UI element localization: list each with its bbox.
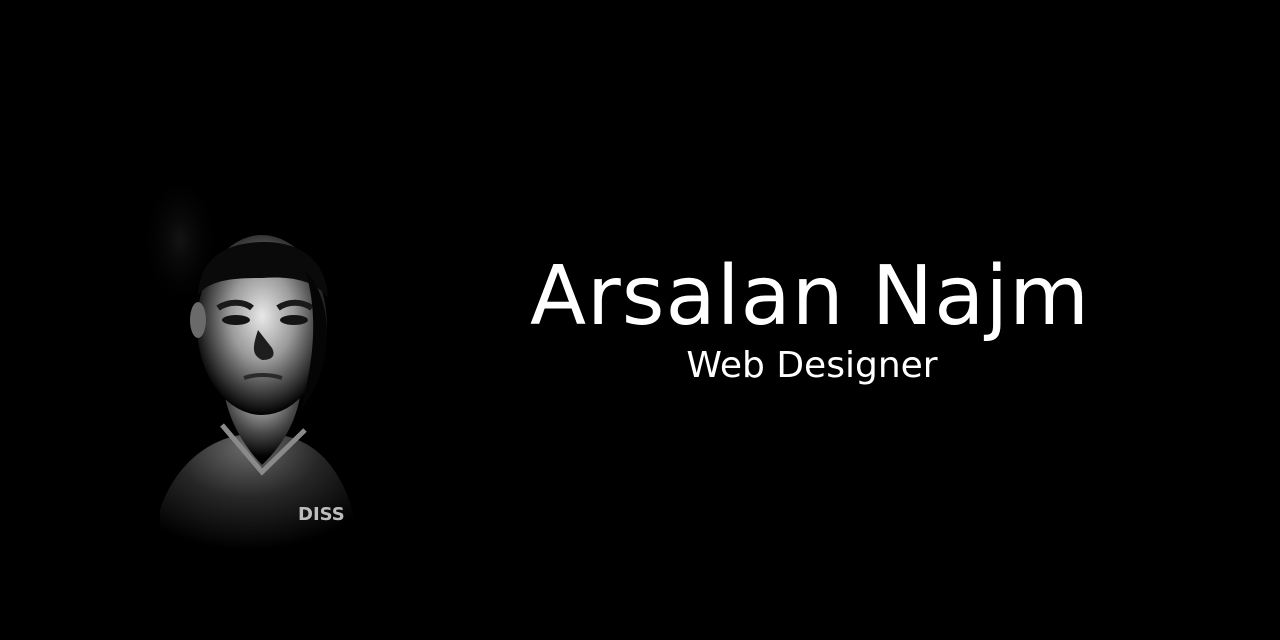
profile-role: Web Designer [686, 345, 938, 387]
profile-photo: DISS [140, 180, 380, 570]
shirt-print: DISS [298, 504, 345, 525]
profile-banner: DISS Arsalan Najm Web Designer [0, 0, 1280, 640]
title-block: Arsalan Najm Web Designer [500, 249, 1120, 387]
profile-photo-graphic: DISS [140, 180, 355, 570]
profile-name: Arsalan Najm [529, 249, 1091, 344]
